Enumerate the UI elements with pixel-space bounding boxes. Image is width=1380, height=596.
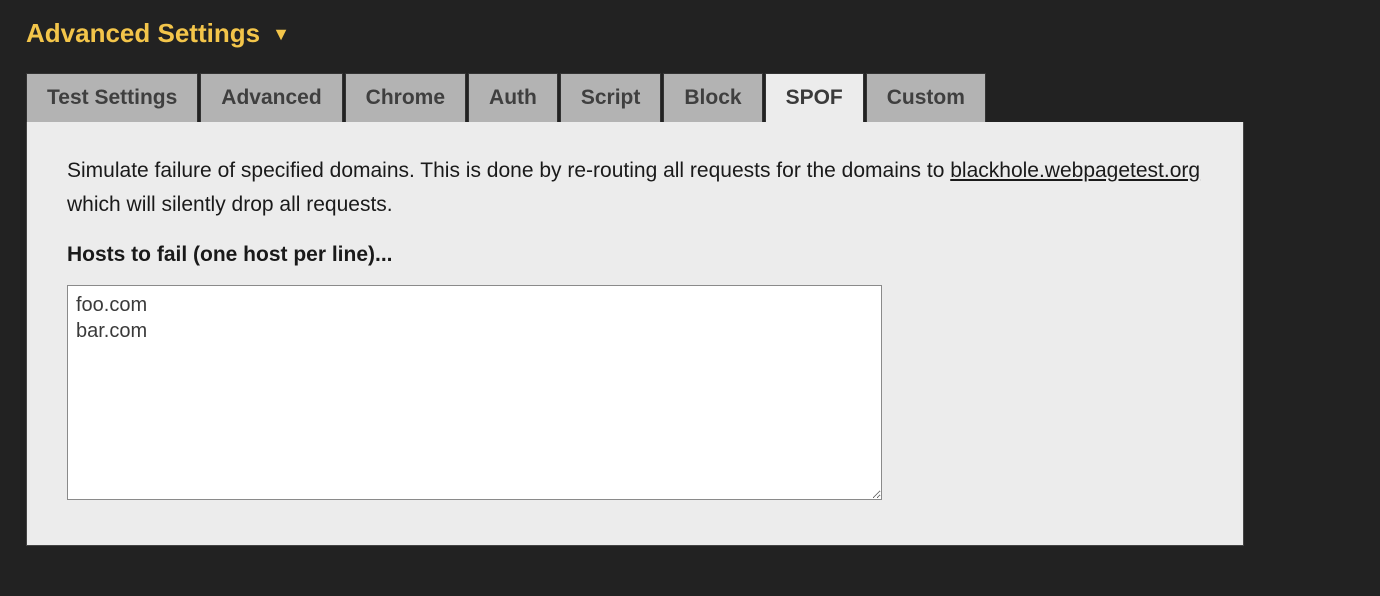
hosts-to-fail-label: Hosts to fail (one host per line)... bbox=[67, 243, 1203, 267]
spof-panel: Simulate failure of specified domains. T… bbox=[26, 122, 1244, 546]
tab-test-settings[interactable]: Test Settings bbox=[26, 73, 198, 122]
chevron-down-icon: ▼ bbox=[272, 25, 290, 43]
hosts-to-fail-input[interactable] bbox=[67, 285, 882, 500]
tab-script[interactable]: Script bbox=[560, 73, 662, 122]
desc-text-suffix: which will silently drop all requests. bbox=[67, 193, 393, 216]
tab-advanced[interactable]: Advanced bbox=[200, 73, 342, 122]
desc-text-prefix: Simulate failure of specified domains. T… bbox=[67, 159, 950, 182]
settings-tabs: Test Settings Advanced Chrome Auth Scrip… bbox=[26, 73, 1354, 122]
tab-chrome[interactable]: Chrome bbox=[345, 73, 466, 122]
advanced-settings-header[interactable]: Advanced Settings ▼ bbox=[26, 18, 1354, 49]
tab-auth[interactable]: Auth bbox=[468, 73, 558, 122]
tab-block[interactable]: Block bbox=[663, 73, 762, 122]
spof-description: Simulate failure of specified domains. T… bbox=[67, 154, 1203, 221]
tab-spof[interactable]: SPOF bbox=[765, 73, 864, 122]
advanced-settings-title: Advanced Settings bbox=[26, 18, 260, 49]
blackhole-link[interactable]: blackhole.webpagetest.org bbox=[950, 159, 1200, 182]
tab-custom[interactable]: Custom bbox=[866, 73, 986, 122]
